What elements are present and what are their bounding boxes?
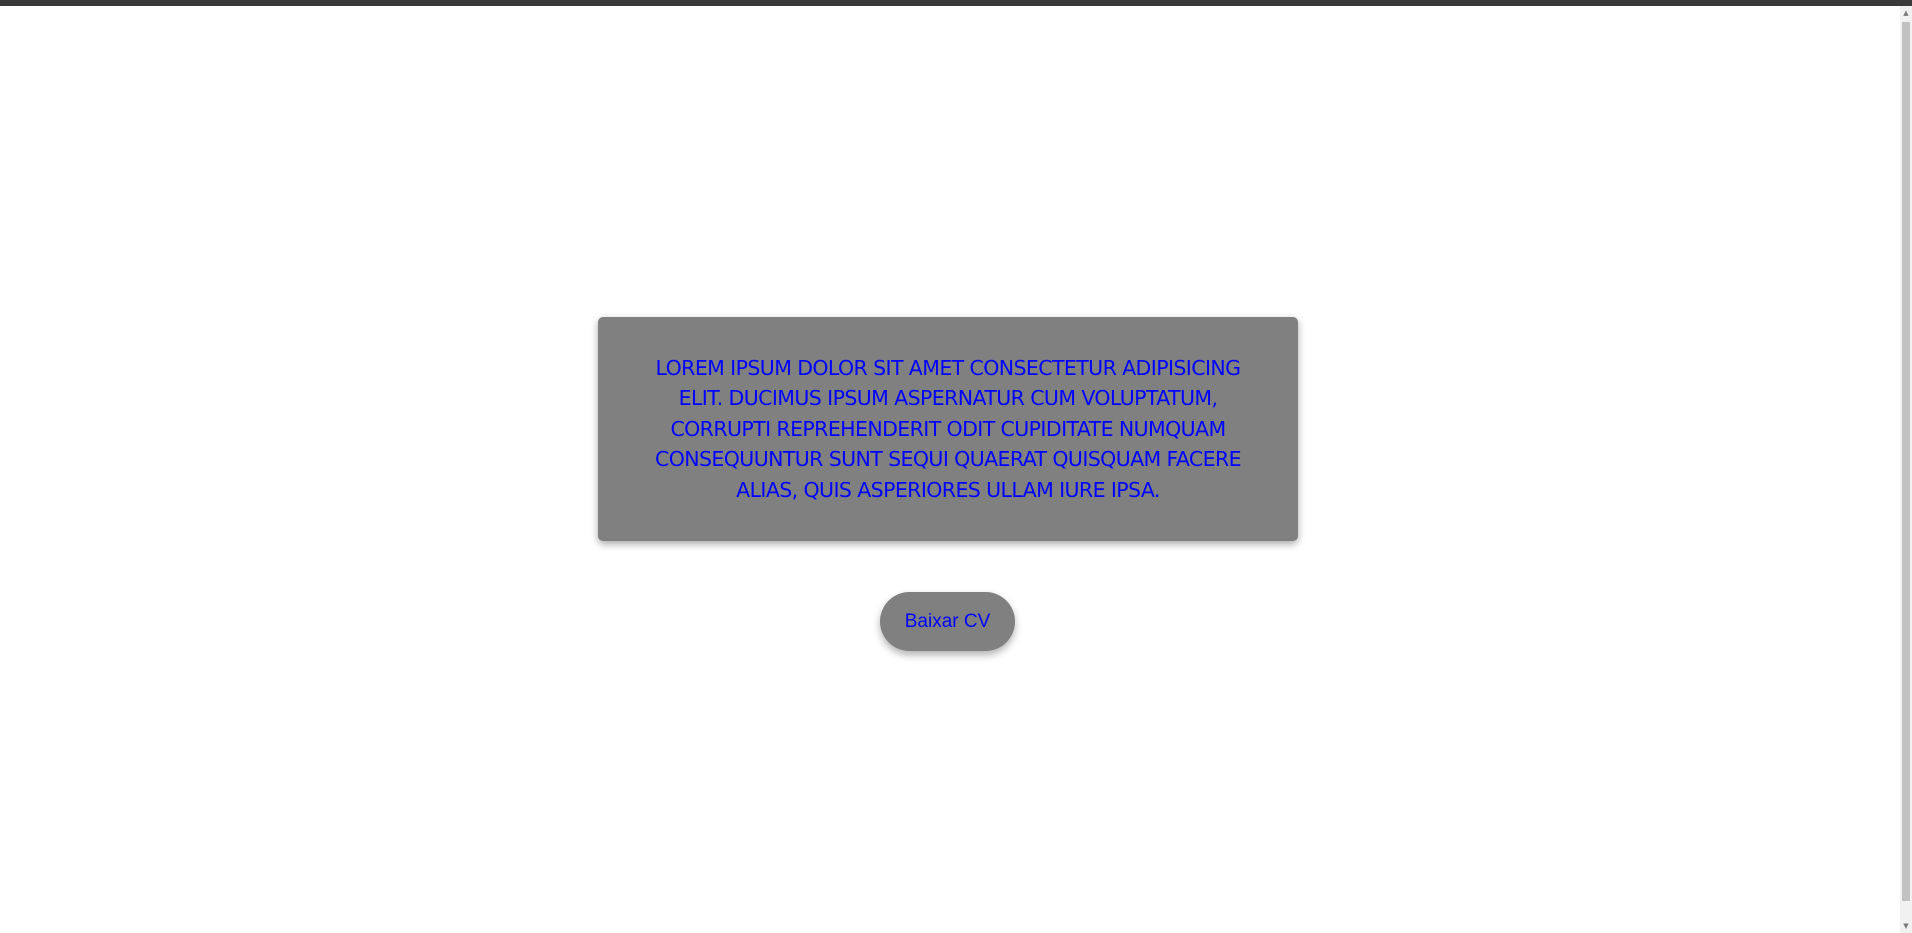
scroll-up-icon[interactable]: ▲ [1900,6,1912,20]
card-text: Lorem ipsum dolor sit amet consectetur a… [655,355,1242,502]
scroll-down-icon[interactable]: ▼ [1900,919,1912,933]
scrollbar-thumb[interactable] [1902,22,1910,901]
text-card: Lorem ipsum dolor sit amet consectetur a… [598,317,1298,541]
download-cv-button[interactable]: Baixar CV [880,592,1015,651]
browser-top-bar [0,0,1912,6]
vertical-scrollbar[interactable]: ▲ ▼ [1900,6,1912,933]
